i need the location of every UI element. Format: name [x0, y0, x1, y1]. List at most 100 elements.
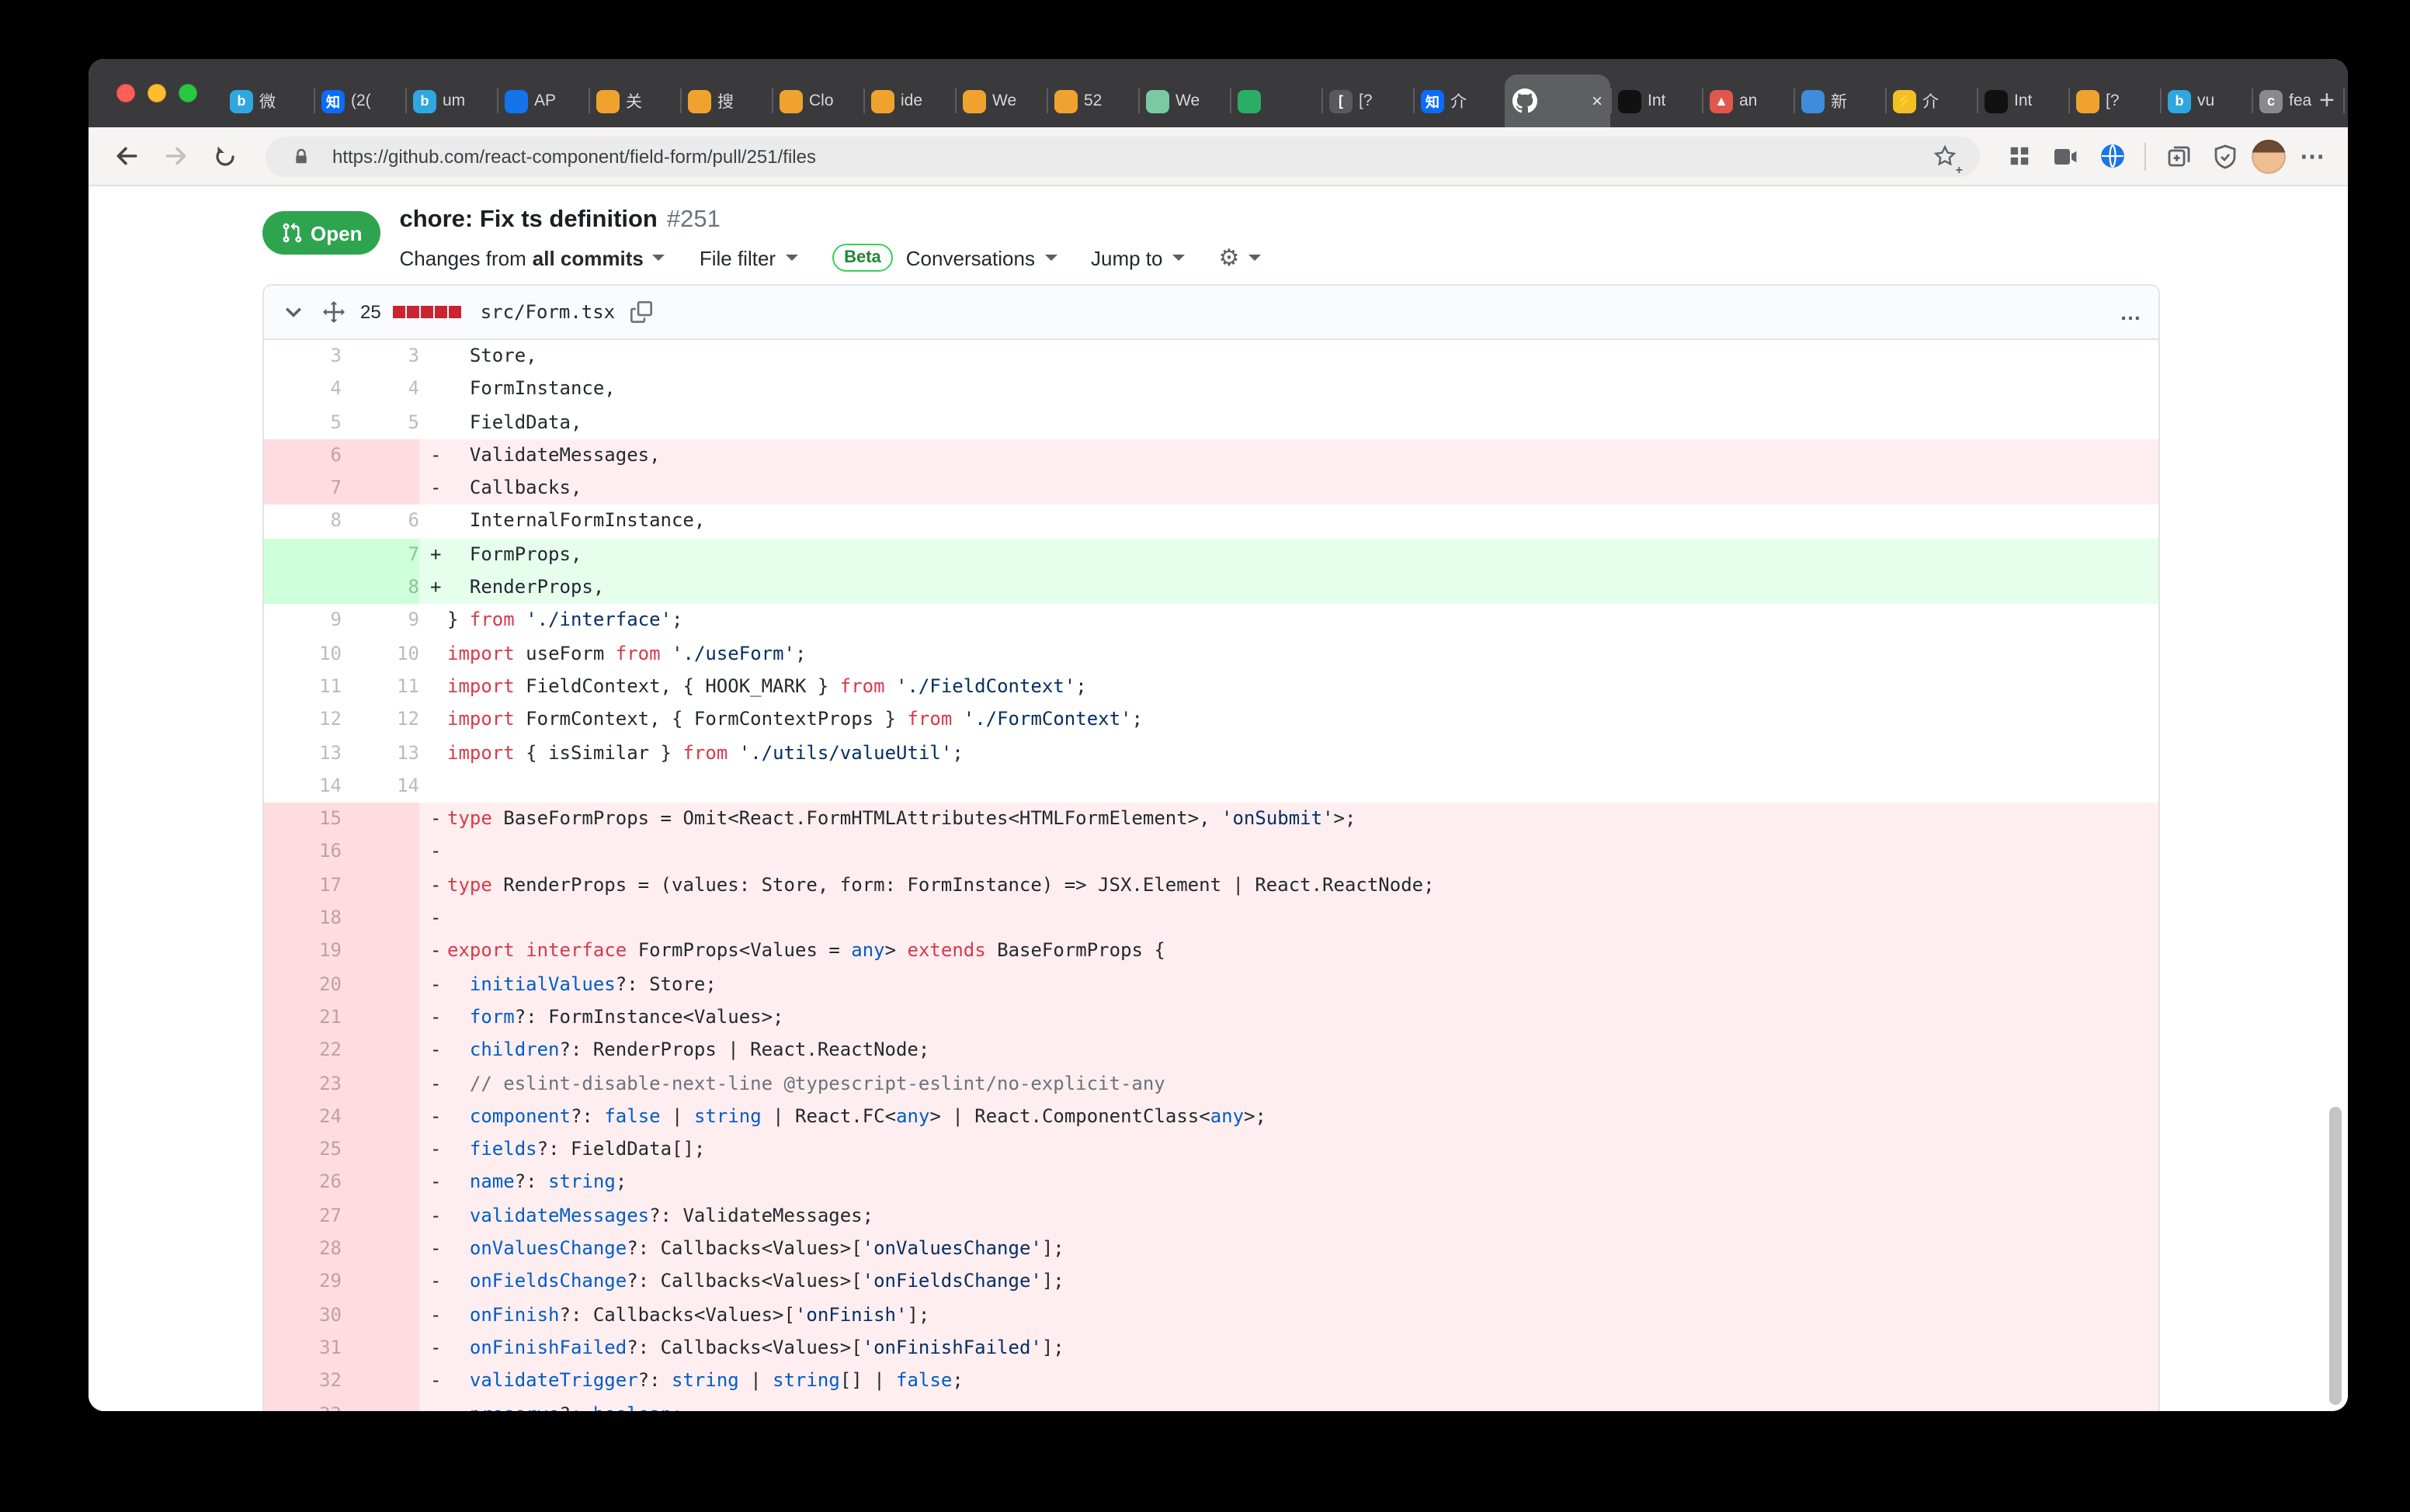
- old-line-number[interactable]: 8: [264, 505, 342, 539]
- jump-to-dropdown[interactable]: Jump to: [1091, 246, 1185, 269]
- old-line-number[interactable]: 29: [264, 1266, 342, 1299]
- browser-tab[interactable]: ▲an: [1702, 75, 1794, 127]
- new-line-number[interactable]: 8: [342, 571, 419, 605]
- browser-tab[interactable]: AP: [497, 75, 589, 127]
- old-line-number[interactable]: [264, 539, 342, 572]
- profile-avatar[interactable]: [2252, 139, 2286, 173]
- browser-tab[interactable]: 知(2(: [314, 75, 405, 127]
- browser-tab[interactable]: 52: [1047, 75, 1138, 127]
- browser-tab[interactable]: ⚡介: [1885, 75, 1977, 127]
- web-capture-camera-icon[interactable]: [2045, 136, 2085, 176]
- old-line-number[interactable]: 25: [264, 1133, 342, 1167]
- old-line-number[interactable]: 19: [264, 935, 342, 969]
- old-line-number[interactable]: 7: [264, 472, 342, 505]
- old-line-number[interactable]: 12: [264, 704, 342, 737]
- new-line-number[interactable]: 7: [342, 539, 419, 572]
- browser-tab[interactable]: bvu: [2160, 75, 2252, 127]
- old-line-number[interactable]: 24: [264, 1101, 342, 1134]
- new-line-number[interactable]: [342, 1067, 419, 1101]
- browser-tab[interactable]: We: [955, 75, 1047, 127]
- new-line-number[interactable]: 5: [342, 406, 419, 439]
- drag-handle-move-icon[interactable]: [320, 298, 348, 326]
- old-line-number[interactable]: 11: [264, 671, 342, 704]
- browser-tab[interactable]: [?: [2068, 75, 2160, 127]
- copy-file-path-icon[interactable]: [627, 298, 655, 326]
- window-minimize-button[interactable]: [148, 84, 166, 102]
- new-line-number[interactable]: 3: [342, 340, 419, 373]
- new-line-number[interactable]: 12: [342, 704, 419, 737]
- apps-grid-icon[interactable]: [1998, 136, 2039, 176]
- new-line-number[interactable]: [342, 1365, 419, 1398]
- new-line-number[interactable]: 14: [342, 770, 419, 803]
- url-bar[interactable]: https://github.com/react-component/field…: [266, 136, 1980, 176]
- browser-tab[interactable]: cfea: [2252, 75, 2343, 127]
- old-line-number[interactable]: 31: [264, 1332, 342, 1365]
- browser-tab[interactable]: [1230, 75, 1321, 127]
- old-line-number[interactable]: 9: [264, 605, 342, 638]
- old-line-number[interactable]: 10: [264, 637, 342, 671]
- old-line-number[interactable]: 26: [264, 1167, 342, 1200]
- old-line-number[interactable]: 13: [264, 737, 342, 770]
- new-line-number[interactable]: [342, 1133, 419, 1167]
- old-line-number[interactable]: 14: [264, 770, 342, 803]
- browser-essentials-shield-icon[interactable]: [2205, 136, 2245, 176]
- file-options-kebab-icon[interactable]: …: [2120, 300, 2143, 324]
- new-line-number[interactable]: [342, 439, 419, 473]
- translate-globe-icon[interactable]: [2092, 136, 2132, 176]
- window-close-button[interactable]: [116, 84, 135, 102]
- new-line-number[interactable]: [342, 803, 419, 836]
- window-zoom-button[interactable]: [179, 84, 197, 102]
- new-line-number[interactable]: 6: [342, 505, 419, 539]
- new-line-number[interactable]: [342, 836, 419, 869]
- file-filter-dropdown[interactable]: File filter: [700, 246, 797, 269]
- back-button[interactable]: [104, 134, 148, 178]
- new-line-number[interactable]: 13: [342, 737, 419, 770]
- new-line-number[interactable]: [342, 1332, 419, 1365]
- page-scrollbar-thumb[interactable]: [2329, 1107, 2342, 1405]
- browser-tab[interactable]: 关: [589, 75, 680, 127]
- new-line-number[interactable]: [342, 1233, 419, 1266]
- old-line-number[interactable]: 27: [264, 1199, 342, 1233]
- old-line-number[interactable]: 4: [264, 373, 342, 407]
- old-line-number[interactable]: 23: [264, 1067, 342, 1101]
- new-line-number[interactable]: 9: [342, 605, 419, 638]
- new-line-number[interactable]: [342, 1398, 419, 1411]
- new-line-number[interactable]: [342, 935, 419, 969]
- conversations-dropdown[interactable]: Beta Conversations: [832, 244, 1057, 272]
- old-line-number[interactable]: 33: [264, 1398, 342, 1411]
- browser-tab[interactable]: ide: [863, 75, 955, 127]
- old-line-number[interactable]: 21: [264, 1001, 342, 1035]
- new-line-number[interactable]: 11: [342, 671, 419, 704]
- new-line-number[interactable]: [342, 968, 419, 1001]
- browser-tab[interactable]: bum: [405, 75, 497, 127]
- old-line-number[interactable]: [264, 571, 342, 605]
- new-line-number[interactable]: [342, 1101, 419, 1134]
- browser-tab[interactable]: Int: [1977, 75, 2068, 127]
- file-name[interactable]: src/Form.tsx: [481, 301, 615, 323]
- old-line-number[interactable]: 15: [264, 803, 342, 836]
- browser-tab[interactable]: 知介: [1413, 75, 1505, 127]
- new-line-number[interactable]: [342, 869, 419, 903]
- old-line-number[interactable]: 16: [264, 836, 342, 869]
- new-line-number[interactable]: [342, 1167, 419, 1200]
- new-line-number[interactable]: 4: [342, 373, 419, 407]
- forward-button[interactable]: [154, 134, 197, 178]
- old-line-number[interactable]: 30: [264, 1299, 342, 1332]
- bookmark-icon[interactable]: +: [1924, 136, 1964, 176]
- old-line-number[interactable]: 5: [264, 406, 342, 439]
- old-line-number[interactable]: 6: [264, 439, 342, 473]
- new-line-number[interactable]: [342, 902, 419, 935]
- collapse-file-chevron-icon[interactable]: [280, 298, 307, 326]
- new-line-number[interactable]: [342, 1034, 419, 1067]
- new-line-number[interactable]: [342, 1266, 419, 1299]
- browser-tab[interactable]: Int: [1610, 75, 1702, 127]
- new-line-number[interactable]: [342, 1299, 419, 1332]
- toolbar-menu-icon[interactable]: ⋯: [2292, 136, 2332, 176]
- old-line-number[interactable]: 18: [264, 902, 342, 935]
- old-line-number[interactable]: 20: [264, 968, 342, 1001]
- browser-tab-active[interactable]: ×: [1505, 75, 1610, 127]
- browser-tab[interactable]: 搜: [680, 75, 772, 127]
- browser-tab[interactable]: We: [1138, 75, 1230, 127]
- browser-tab[interactable]: 新: [1794, 75, 1885, 127]
- new-line-number[interactable]: [342, 1199, 419, 1233]
